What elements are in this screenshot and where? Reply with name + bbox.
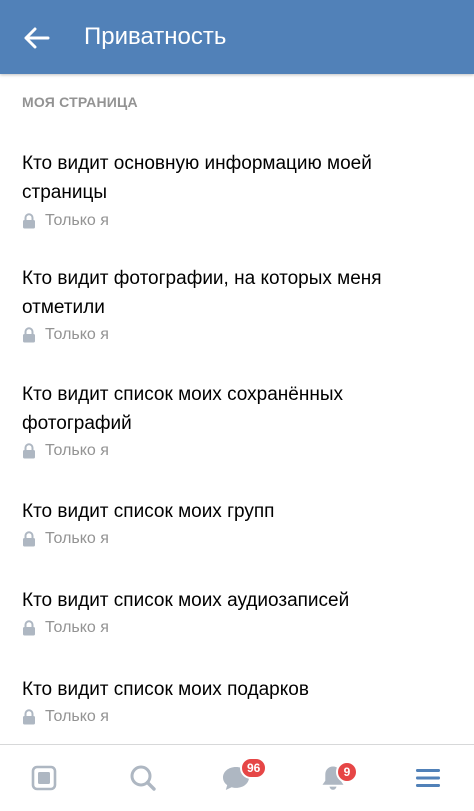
tab-search[interactable] [108, 745, 178, 811]
app-window: Приватность МОЯ СТРАНИЦА Кто видит основ… [0, 0, 474, 811]
search-icon [130, 765, 156, 791]
tab-messages[interactable]: 96 [201, 745, 271, 811]
setting-value-text: Только я [45, 326, 109, 343]
tab-menu[interactable] [393, 745, 463, 811]
setting-audio[interactable]: Кто видит список моих аудиозаписей Тольк… [0, 586, 474, 646]
page-title: Приватность [84, 23, 227, 50]
setting-value: Только я [22, 212, 109, 230]
setting-value: Только я [22, 619, 109, 637]
setting-groups[interactable]: Кто видит список моих групп Только я [0, 497, 474, 557]
menu-icon [416, 769, 440, 787]
setting-tagged-photos[interactable]: Кто видит фотографии, на которых меня от… [0, 264, 474, 349]
section-title: МОЯ СТРАНИЦА [22, 94, 138, 110]
setting-value-text: Только я [45, 530, 109, 547]
back-button[interactable] [14, 15, 60, 61]
header-bar: Приватность [0, 0, 474, 74]
setting-value: Только я [22, 708, 109, 726]
setting-value-text: Только я [45, 212, 109, 229]
setting-label: Кто видит список моих сохранённых фотогр… [22, 384, 343, 434]
setting-label: Кто видит фотографии, на которых меня от… [22, 268, 382, 318]
lock-icon [23, 327, 35, 343]
setting-value: Только я [22, 442, 109, 460]
tab-notifications[interactable]: 9 [298, 745, 368, 811]
bottom-tab-bar: 96 9 [0, 744, 474, 811]
tab-news[interactable] [9, 745, 79, 811]
settings-list: МОЯ СТРАНИЦА Кто видит основную информац… [0, 74, 474, 744]
setting-label: Кто видит список моих групп [22, 501, 275, 522]
setting-value-text: Только я [45, 619, 109, 636]
news-icon [31, 765, 57, 791]
setting-basic-info[interactable]: Кто видит основную информацию моей стран… [0, 149, 474, 234]
lock-icon [23, 531, 35, 547]
setting-label: Кто видит основную информацию моей стран… [22, 153, 372, 203]
setting-value: Только я [22, 530, 109, 548]
setting-value: Только я [22, 326, 109, 344]
setting-value-text: Только я [45, 708, 109, 725]
notifications-badge: 9 [336, 761, 358, 783]
lock-icon [23, 620, 35, 636]
setting-label: Кто видит список моих аудиозаписей [22, 590, 350, 611]
lock-icon [23, 443, 35, 459]
messages-badge: 96 [240, 757, 268, 779]
lock-icon [23, 709, 35, 725]
setting-gifts[interactable]: Кто видит список моих подарков Только я [0, 675, 474, 735]
lock-icon [23, 213, 35, 229]
setting-label: Кто видит список моих подарков [22, 679, 309, 700]
setting-value-text: Только я [45, 442, 109, 459]
setting-saved-photos[interactable]: Кто видит список моих сохранённых фотогр… [0, 380, 474, 465]
arrow-left-icon [24, 27, 50, 49]
